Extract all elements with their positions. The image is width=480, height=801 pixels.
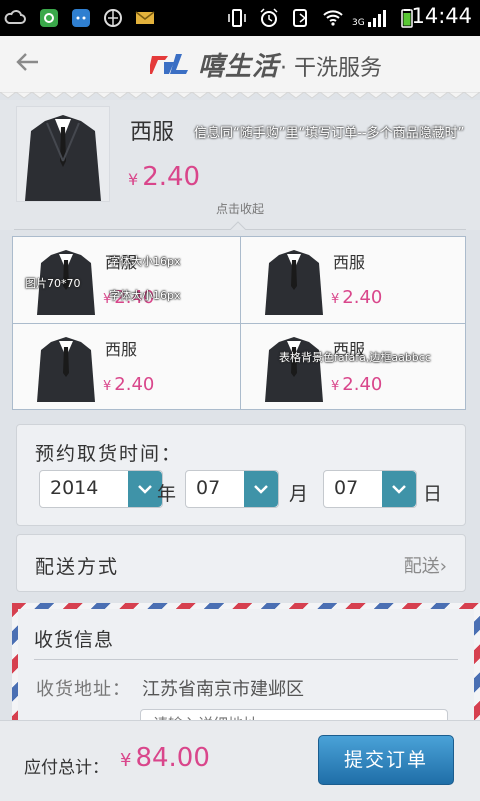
total-amount: ¥84.00 [120, 743, 210, 773]
cloud-icon [4, 9, 26, 24]
delivery-value: 配送› [404, 552, 447, 578]
annotation-image-size: 图片70*70 [25, 277, 81, 290]
chevron-down-icon [244, 471, 278, 507]
chat-app-icon [72, 9, 90, 27]
wifi-icon [323, 10, 343, 26]
product-image [16, 106, 110, 202]
total-value: 84.00 [135, 743, 210, 773]
chevron-right-icon: › [439, 556, 447, 577]
item-name: 西服 [105, 340, 138, 359]
sync-icon [293, 9, 307, 27]
mail-icon [135, 11, 155, 24]
price-value: 2.40 [142, 162, 201, 192]
network-type: 3G [352, 18, 365, 28]
year-value: 2014 [50, 477, 99, 499]
main-product: 西服 ¥2.40 信息同“随手购”里“填写订单--多个商品隐藏时” 点击收起 [0, 100, 480, 230]
month-value: 07 [196, 477, 221, 499]
year-unit: 年 [157, 483, 177, 505]
brand-logo-icon [150, 54, 188, 74]
product-name: 西服 [130, 120, 175, 145]
list-item[interactable]: 西服 ¥2.40 [241, 324, 466, 409]
annotation-font-size: 字体大小16px [109, 289, 181, 302]
signal-icon [368, 10, 386, 27]
item-price: ¥2.40 [103, 374, 154, 395]
item-price: ¥2.40 [331, 374, 382, 395]
delivery-option: 配送 [403, 556, 440, 577]
divider [34, 659, 458, 660]
address-label: 收货地址： [36, 679, 131, 700]
status-bar: 3G 14:44 [0, 0, 480, 36]
back-arrow-icon[interactable] [12, 46, 44, 78]
items-table: 西服 ¥2.40 西服 ¥2.40 西服 ¥2.40 西服 ¥2.40 图片70… [12, 236, 466, 410]
month-select[interactable]: 07 [185, 470, 279, 508]
shield-app-icon [40, 9, 58, 27]
price-value: 2.40 [342, 287, 383, 308]
currency-symbol: ¥ [331, 292, 340, 307]
product-price: ¥2.40 [128, 162, 200, 192]
currency-symbol: ¥ [120, 750, 132, 771]
collapse-toggle[interactable]: 点击收起 [0, 200, 480, 217]
pickup-time-label: 预约取货时间： [35, 443, 183, 465]
browser-icon [104, 9, 122, 27]
submit-order-button[interactable]: 提交订单 [318, 735, 454, 785]
currency-symbol: ¥ [331, 379, 340, 394]
price-value: 2.40 [114, 374, 155, 395]
day-unit: 日 [423, 483, 443, 505]
delivery-label: 配送方式 [35, 556, 120, 578]
zigzag-divider [0, 92, 480, 99]
caret-up-icon [230, 221, 246, 230]
item-name: 西服 [333, 253, 366, 272]
list-item[interactable]: 西服 ¥2.40 [241, 237, 466, 322]
month-unit: 月 [289, 483, 309, 505]
annotation-note: 信息同“随手购”里“填写订单--多个商品隐藏时” [194, 126, 465, 141]
alarm-icon [260, 8, 278, 27]
currency-symbol: ¥ [103, 379, 112, 394]
total-label: 应付总计： [24, 758, 109, 778]
suit-icon [265, 337, 323, 402]
suit-icon [37, 337, 95, 402]
day-value: 07 [334, 477, 359, 499]
currency-symbol: ¥ [128, 170, 139, 189]
annotation-table-style: 表格背景色fafafa,边框aabbcc [279, 351, 431, 364]
vibrate-icon [228, 9, 246, 27]
chevron-down-icon [382, 471, 416, 507]
year-select[interactable]: 2014 [39, 470, 163, 508]
bottom-bar: 应付总计： ¥84.00 提交订单 [0, 720, 480, 801]
address-region[interactable]: 江苏省南京市建邺区 [142, 675, 304, 701]
suit-icon [25, 115, 101, 201]
suit-icon [265, 250, 323, 315]
pickup-time-panel: 预约取货时间： 2014 年 07 月 07 日 [16, 424, 466, 526]
delivery-method-row[interactable]: 配送方式 配送› [16, 534, 466, 592]
annotation-font-size: 字体大小16px [109, 255, 181, 268]
item-price: ¥2.40 [331, 287, 382, 308]
brand-subtitle: · 干洗服务 [280, 56, 382, 81]
day-select[interactable]: 07 [323, 470, 417, 508]
shipping-title: 收货信息 [34, 629, 115, 651]
price-value: 2.40 [342, 374, 383, 395]
list-item[interactable]: 西服 ¥2.40 [13, 324, 238, 409]
clock: 14:44 [411, 4, 472, 28]
brand-name: 嘻生活 [198, 52, 280, 82]
title-bar: 嘻生活 · 干洗服务 [0, 36, 480, 93]
